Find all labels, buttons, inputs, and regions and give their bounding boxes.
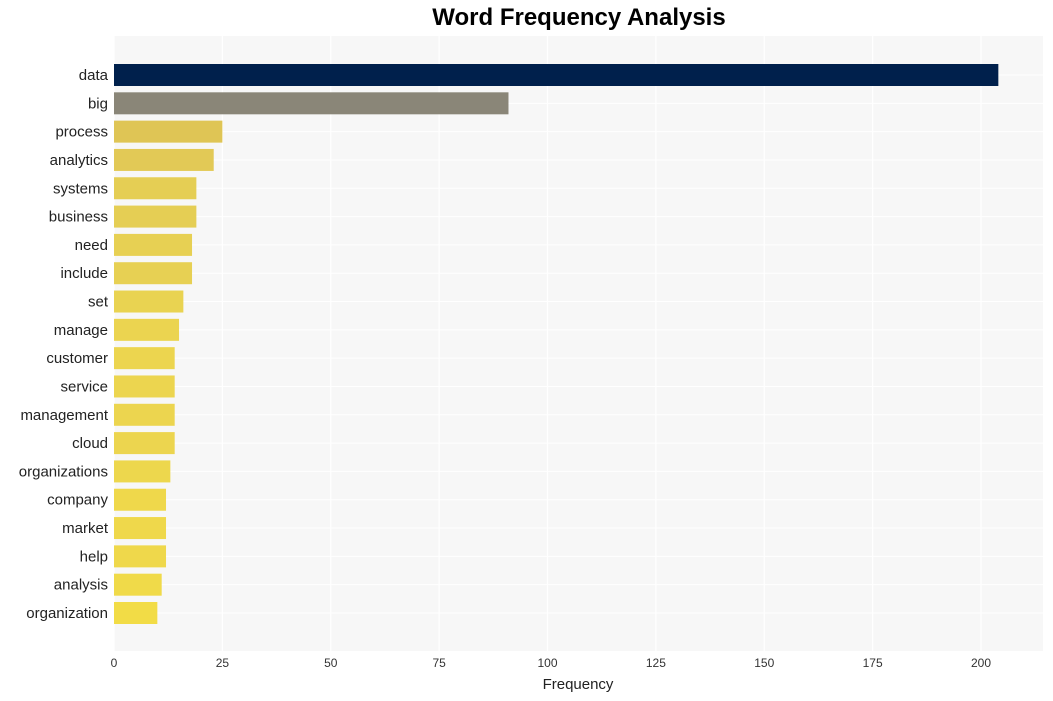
bar-data xyxy=(114,64,999,86)
bar-process xyxy=(114,120,223,143)
bar-set xyxy=(114,290,184,313)
bar-customer xyxy=(114,347,175,370)
x-axis-title: Frequency xyxy=(543,676,614,693)
category-label-systems: systems xyxy=(53,180,108,197)
category-label-service: service xyxy=(60,378,108,395)
category-label-set: set xyxy=(88,294,109,311)
category-labels: data big process analytics systems business ne… xyxy=(19,67,109,622)
x-tick-label: 100 xyxy=(537,656,557,670)
bar-business xyxy=(114,205,197,228)
category-label-process: process xyxy=(55,124,108,141)
bar-systems xyxy=(114,177,197,200)
category-label-customer: customer xyxy=(46,350,108,367)
bar-analysis xyxy=(114,573,162,596)
category-label-cloud: cloud xyxy=(72,435,108,452)
x-tick-label: 150 xyxy=(754,656,774,670)
bar-help xyxy=(114,545,167,568)
x-tick-label: 50 xyxy=(324,656,338,670)
category-label-analytics: analytics xyxy=(50,152,108,169)
bar-analytics xyxy=(114,148,214,171)
category-label-analysis: analysis xyxy=(54,577,108,594)
x-tick-label: 200 xyxy=(971,656,991,670)
bar-organization xyxy=(114,602,158,624)
x-tick-label: 125 xyxy=(646,656,666,670)
bar-market xyxy=(114,517,167,540)
bar-chart: data big process analytics systems business ne… xyxy=(19,36,1043,693)
x-axis-ticks: 0 25 50 75 100 125 150 175 200 xyxy=(111,656,992,670)
category-label-include: include xyxy=(60,265,108,282)
bar-management xyxy=(114,403,175,426)
category-label-big: big xyxy=(88,95,108,112)
bar-big xyxy=(114,92,509,115)
category-label-market: market xyxy=(62,520,109,537)
category-label-organization: organization xyxy=(26,605,108,622)
bar-need xyxy=(114,233,193,256)
category-label-organizations: organizations xyxy=(19,463,108,480)
x-tick-label: 175 xyxy=(863,656,883,670)
x-tick-label: 75 xyxy=(432,656,446,670)
category-label-business: business xyxy=(49,209,108,226)
plot-area xyxy=(114,36,1043,651)
category-label-help: help xyxy=(80,548,108,565)
bar-cloud xyxy=(114,432,175,455)
bar-organizations xyxy=(114,460,171,483)
category-label-manage: manage xyxy=(54,322,108,339)
category-label-management: management xyxy=(20,407,108,424)
bar-company xyxy=(114,488,167,511)
x-tick-label: 25 xyxy=(216,656,230,670)
category-label-company: company xyxy=(47,492,108,509)
category-label-data: data xyxy=(79,67,109,84)
bar-include xyxy=(114,262,193,285)
bar-service xyxy=(114,375,175,398)
bar-manage xyxy=(114,318,180,341)
x-tick-label: 0 xyxy=(111,656,118,670)
category-label-need: need xyxy=(75,237,108,254)
